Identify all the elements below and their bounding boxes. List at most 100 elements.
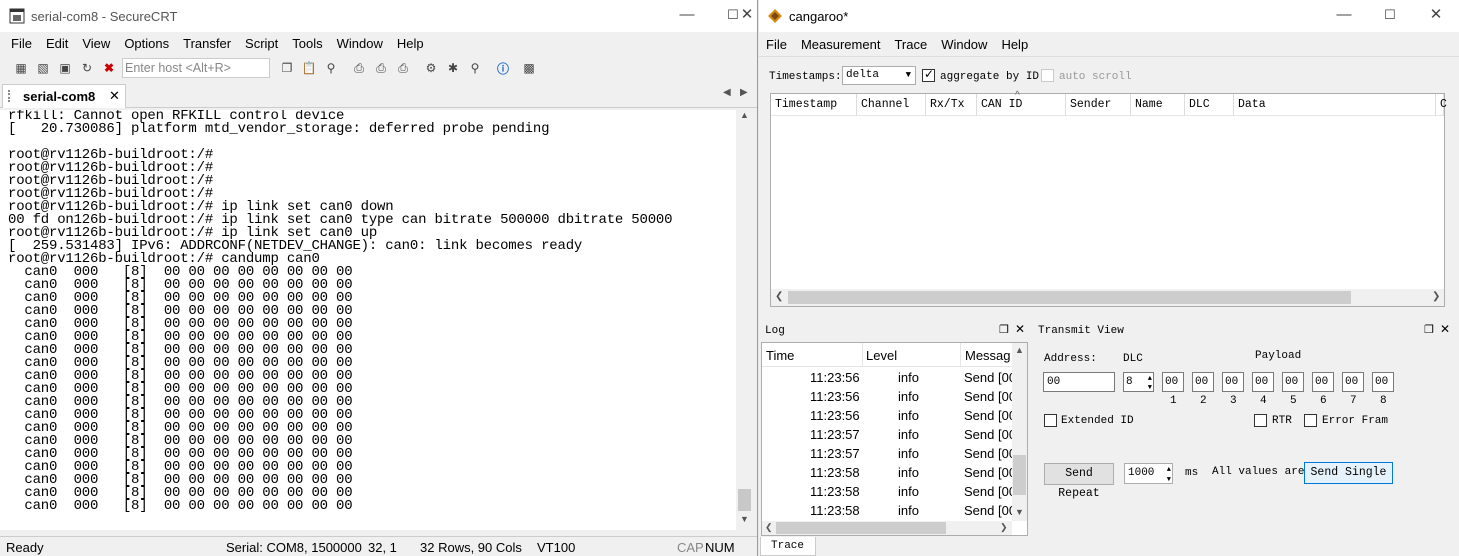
send-single-button[interactable]: Send Single	[1304, 462, 1393, 484]
trace-col-comment[interactable]: C	[1436, 94, 1447, 116]
cg-menu-measurement[interactable]: Measurement	[794, 37, 887, 52]
trace-col-rxtx[interactable]: Rx/Tx	[926, 94, 977, 116]
trace-col-sender[interactable]: Sender	[1066, 94, 1131, 116]
log-hscrollbar[interactable]: ❮ ❯	[762, 521, 1012, 535]
host-input[interactable]: Enter host <Alt+R>	[122, 58, 270, 78]
cg-menu-file[interactable]: File	[759, 37, 794, 52]
log-hscroll-left-icon[interactable]: ❮	[765, 522, 773, 533]
print-preview-icon[interactable]: ⎙	[394, 59, 412, 77]
log-scroll-down-icon[interactable]: ▼	[1015, 507, 1024, 517]
minimize-button[interactable]: —	[664, 0, 710, 32]
tab-close-icon[interactable]: ✕	[109, 88, 120, 104]
log-col-time[interactable]: Time	[766, 348, 794, 363]
tab-left-arrow-icon[interactable]: ◀	[723, 87, 731, 98]
screen-icon[interactable]: ▩	[520, 59, 538, 77]
print-screen-icon[interactable]: ⎙	[372, 59, 390, 77]
autoscroll-checkbox[interactable]	[1041, 69, 1054, 82]
payload-byte-input[interactable]: 00	[1372, 372, 1394, 392]
close-button[interactable]: ✕	[736, 0, 757, 32]
scroll-thumb[interactable]	[738, 489, 751, 511]
log-row[interactable]: 11:23:57 info Send [00	[762, 425, 1016, 444]
terminal-scrollbar[interactable]: ▲ ▼	[736, 110, 754, 530]
cg-menu-window[interactable]: Window	[934, 37, 994, 52]
aggregate-checkbox[interactable]: ✓	[922, 67, 935, 82]
quick-connect-icon[interactable]: ▧	[34, 59, 52, 77]
global-options-icon[interactable]: ✱	[444, 59, 462, 77]
log-close-icon[interactable]: ✕	[1015, 322, 1025, 336]
find-icon[interactable]: ⚲	[322, 59, 340, 77]
menu-script[interactable]: Script	[238, 36, 285, 51]
menu-transfer[interactable]: Transfer	[176, 36, 238, 51]
payload-byte-input[interactable]: 00	[1312, 372, 1334, 392]
interval-down-icon[interactable]: ▼	[1167, 471, 1171, 489]
interval-spinbox[interactable]: 1000 ▲ ▼	[1124, 463, 1173, 484]
disconnect-icon[interactable]: ✖	[100, 59, 118, 77]
error-frame-checkbox[interactable]	[1304, 414, 1317, 427]
print-icon[interactable]: ⎙	[350, 59, 368, 77]
log-row[interactable]: 11:23:56 info Send [00	[762, 368, 1016, 387]
trace-col-channel[interactable]: Channel	[857, 94, 926, 116]
address-input[interactable]: 00	[1043, 372, 1115, 392]
extended-id-checkbox[interactable]	[1044, 414, 1057, 427]
log-col-level[interactable]: Level	[866, 348, 897, 363]
connect-tab-icon[interactable]: ▣	[56, 59, 74, 77]
log-float-icon[interactable]: ❐	[999, 323, 1009, 336]
scroll-up-icon[interactable]: ▲	[740, 110, 749, 120]
log-hscroll-thumb[interactable]	[776, 522, 946, 534]
log-row[interactable]: 11:23:56 info Send [00	[762, 387, 1016, 406]
hscroll-right-icon[interactable]: ❯	[1432, 291, 1440, 302]
menu-tools[interactable]: Tools	[285, 36, 329, 51]
trace-col-timestamp[interactable]: Timestamp	[771, 94, 857, 116]
help-icon[interactable]: ⓘ	[494, 59, 512, 77]
menu-view[interactable]: View	[75, 36, 117, 51]
log-row[interactable]: 11:23:58 info Send [00	[762, 482, 1016, 501]
payload-byte-input[interactable]: 00	[1192, 372, 1214, 392]
log-scroll-up-icon[interactable]: ▲	[1015, 345, 1024, 355]
transmit-float-icon[interactable]: ❐	[1424, 323, 1434, 336]
payload-byte-input[interactable]: 00	[1342, 372, 1364, 392]
cg-minimize-button[interactable]: —	[1321, 0, 1367, 32]
cg-menu-help[interactable]: Help	[994, 37, 1035, 52]
cg-close-button[interactable]: ✕	[1413, 0, 1459, 32]
log-row[interactable]: 11:23:56 info Send [00	[762, 406, 1016, 425]
trace-hscrollbar[interactable]: ❮ ❯	[771, 289, 1444, 306]
hscroll-thumb[interactable]	[788, 291, 1351, 304]
session-options-icon[interactable]: ⚙	[422, 59, 440, 77]
log-table[interactable]: Time Level Messag 11:23:56 info Send [00 11…	[761, 342, 1028, 536]
trace-col-dlc[interactable]: DLC	[1185, 94, 1234, 116]
menu-window[interactable]: Window	[330, 36, 390, 51]
dlc-spinbox[interactable]: 8 ▲ ▼	[1123, 372, 1154, 392]
trace-table[interactable]: Timestamp Channel Rx/Tx CAN ID Sender Name DLC…	[770, 90, 1447, 307]
log-scroll-thumb[interactable]	[1013, 455, 1026, 495]
reconnect-icon[interactable]: ↻	[78, 59, 96, 77]
menu-options[interactable]: Options	[117, 36, 176, 51]
scroll-down-icon[interactable]: ▼	[740, 514, 749, 524]
menu-edit[interactable]: Edit	[39, 36, 75, 51]
tab-serial-com8[interactable]: serial-com8 ✕	[2, 84, 126, 108]
payload-byte-input[interactable]: 00	[1222, 372, 1244, 392]
timestamps-select[interactable]: delta ▼	[842, 66, 916, 85]
bottom-tab-trace[interactable]: Trace	[760, 537, 816, 556]
keymap-icon[interactable]: ⚲	[466, 59, 484, 77]
log-vscrollbar[interactable]: ▲ ▼	[1012, 343, 1027, 521]
log-row[interactable]: 11:23:57 info Send [00	[762, 444, 1016, 463]
spin-down-icon[interactable]: ▼	[1148, 379, 1152, 397]
cg-maximize-button[interactable]: ☐	[1367, 0, 1413, 32]
payload-byte-input[interactable]: 00	[1282, 372, 1304, 392]
paste-icon[interactable]: 📋	[300, 59, 318, 77]
hscroll-left-icon[interactable]: ❮	[775, 291, 783, 302]
trace-col-can-id[interactable]: CAN ID	[977, 94, 1066, 116]
send-repeat-button[interactable]: Send Repeat	[1044, 463, 1114, 500]
terminal-output[interactable]: rfkill: Cannot open RFKILL control devic…	[0, 110, 736, 530]
connect-icon[interactable]: ▦	[12, 59, 30, 77]
log-col-message[interactable]: Messag	[965, 348, 1011, 363]
log-row[interactable]: 11:23:58 info Send [00	[762, 463, 1016, 482]
log-row[interactable]: 11:23:58 info Send [00	[762, 501, 1016, 520]
menu-help[interactable]: Help	[390, 36, 431, 51]
copy-icon[interactable]: ❐	[278, 59, 296, 77]
log-hscroll-right-icon[interactable]: ❯	[1000, 522, 1008, 533]
transmit-close-icon[interactable]: ✕	[1440, 322, 1450, 336]
trace-col-data[interactable]: Data	[1234, 94, 1436, 116]
payload-byte-input[interactable]: 00	[1252, 372, 1274, 392]
payload-byte-input[interactable]: 00	[1162, 372, 1184, 392]
